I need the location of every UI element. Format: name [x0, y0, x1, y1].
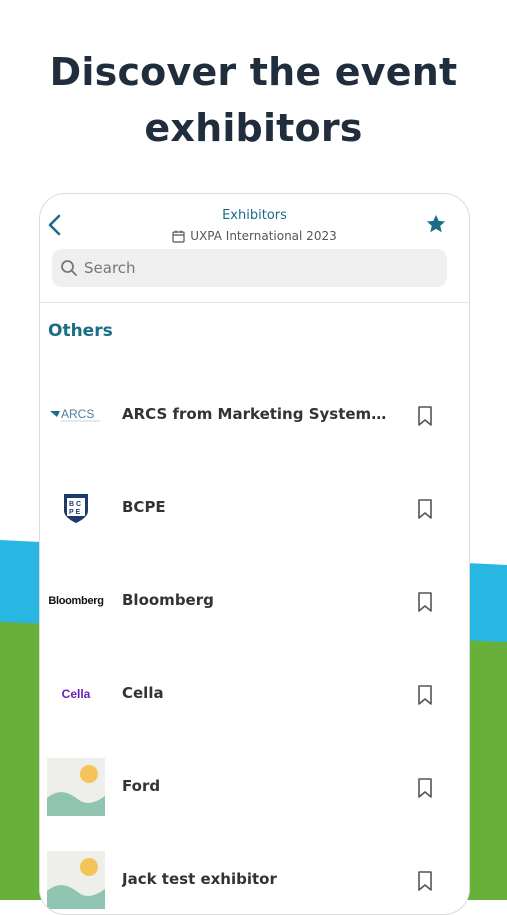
image-placeholder-icon	[47, 758, 105, 816]
exhibitor-name: Ford	[122, 777, 161, 795]
page-headline: Discover the event exhibitors	[0, 44, 507, 156]
bookmark-icon	[418, 778, 432, 798]
headline-line-1: Discover the event	[49, 50, 458, 94]
bookmark-button[interactable]	[415, 777, 435, 799]
exhibitor-name: BCPE	[122, 498, 166, 516]
event-name: UXPA International 2023	[190, 229, 337, 243]
bookmark-icon	[418, 871, 432, 891]
svg-text:B C: B C	[69, 501, 81, 508]
exhibitor-row[interactable]: Bloomberg Bloomberg	[40, 556, 469, 649]
star-icon	[426, 214, 446, 233]
bookmark-button[interactable]	[415, 405, 435, 427]
bookmark-button[interactable]	[415, 591, 435, 613]
phone-screen: Exhibitors UXPA International 2023 Searc…	[39, 193, 470, 915]
exhibitor-row[interactable]: B C P E BCPE	[40, 463, 469, 556]
bookmark-icon	[418, 499, 432, 519]
search-icon	[61, 260, 77, 276]
image-placeholder-icon	[47, 851, 105, 909]
search-bar[interactable]: Search	[52, 249, 447, 287]
screen-title: Exhibitors	[222, 208, 287, 223]
svg-text:ARCS: ARCS	[61, 407, 94, 421]
bookmark-icon	[418, 592, 432, 612]
exhibitor-name: Bloomberg	[122, 591, 214, 609]
section-title: Others	[48, 321, 113, 341]
bcpe-logo: B C P E	[47, 479, 105, 537]
bloomberg-logo: Bloomberg	[48, 595, 104, 607]
exhibitor-name: Jack test exhibitor	[122, 870, 277, 888]
bookmark-button[interactable]	[415, 870, 435, 892]
exhibitor-row[interactable]: Cella Cella	[40, 649, 469, 742]
exhibitor-name: Cella	[122, 684, 164, 702]
search-input[interactable]: Search	[84, 259, 136, 277]
bookmark-icon	[418, 685, 432, 705]
svg-text:P E: P E	[69, 509, 80, 516]
headline-line-2: exhibitors	[144, 106, 363, 150]
cella-logo: Cella	[61, 687, 91, 701]
favorites-button[interactable]	[425, 213, 447, 235]
exhibitor-name: ARCS from Marketing Systems Gr...	[122, 405, 390, 423]
exhibitor-row[interactable]: Jack test exhibitor	[40, 835, 469, 914]
bookmark-icon	[418, 406, 432, 426]
exhibitor-row[interactable]: ARCS ARCS from Marketing Systems Gr...	[40, 370, 469, 463]
bookmark-button[interactable]	[415, 684, 435, 706]
calendar-icon	[172, 230, 185, 243]
bookmark-button[interactable]	[415, 498, 435, 520]
arcs-logo: ARCS	[47, 386, 105, 444]
event-subtitle: UXPA International 2023	[40, 229, 469, 243]
exhibitor-row[interactable]: Ford	[40, 742, 469, 835]
app-bar: Exhibitors UXPA International 2023 Searc…	[40, 194, 469, 303]
